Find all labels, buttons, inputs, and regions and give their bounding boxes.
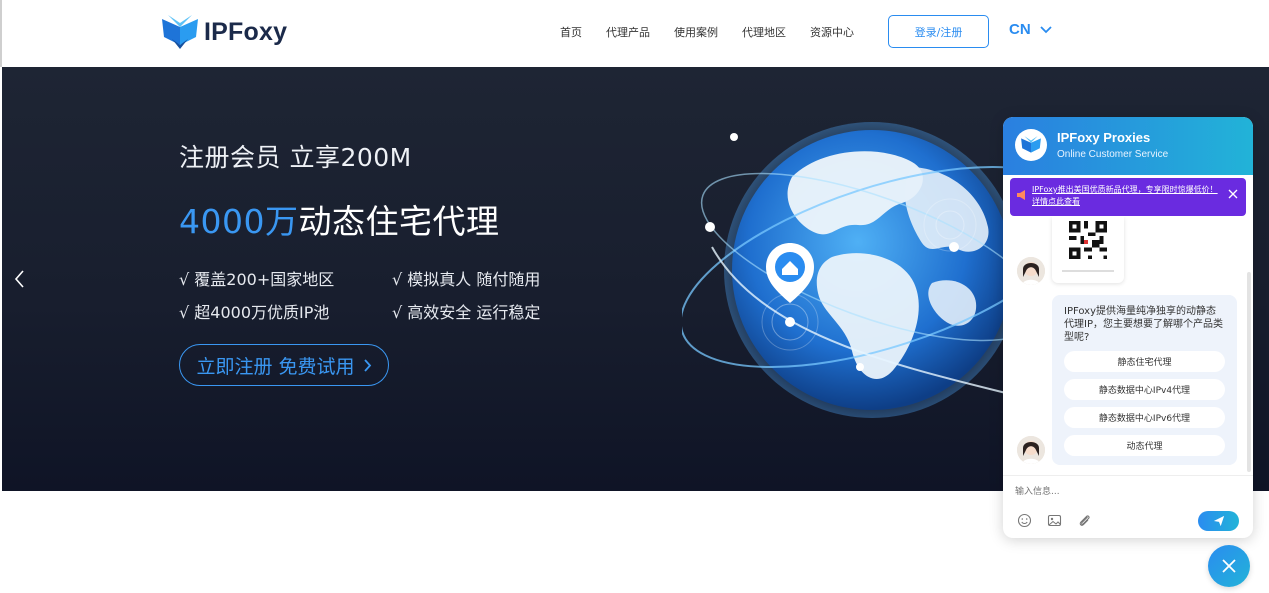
chat-logo-icon: [1021, 135, 1041, 153]
nav-regions[interactable]: 代理地区: [742, 24, 786, 40]
logo-text: IPFoxy: [204, 17, 288, 46]
language-label: CN: [1009, 21, 1031, 38]
option-dynamic-proxy[interactable]: 动态代理: [1064, 435, 1225, 456]
agent-message-bubble: IPFoxy提供海量纯净独享的动静态代理IP，您主要想要了解哪个产品类型呢? 静…: [1052, 295, 1237, 465]
agent-avatar-image: [1017, 257, 1045, 285]
chat-widget: IPFoxy Proxies Online Customer Service I…: [1003, 117, 1253, 538]
chat-scrollbar[interactable]: [1247, 272, 1251, 472]
chat-logo: [1015, 129, 1047, 161]
language-selector[interactable]: CN: [1009, 21, 1053, 38]
hero-title-highlight: 4000万: [179, 202, 299, 241]
feature-item: √ 超4000万优质IP池: [179, 303, 330, 322]
feature-item: √ 覆盖200+国家地区: [179, 270, 335, 289]
agent-message-text: IPFoxy提供海量纯净独享的动静态代理IP，您主要想要了解哪个产品类型呢?: [1064, 306, 1223, 343]
nav-home[interactable]: 首页: [560, 24, 582, 40]
site-logo[interactable]: IPFoxy: [160, 14, 287, 50]
login-register-button[interactable]: 登录/注册: [888, 15, 989, 48]
chat-header: IPFoxy Proxies Online Customer Service: [1003, 117, 1253, 175]
chat-subtitle: Online Customer Service: [1057, 149, 1169, 160]
feature-item: √ 模拟真人 随付随用: [392, 270, 541, 289]
promo-notice-link[interactable]: IPFoxy推出美国优质新品代理，专享限时惊爆低价！详情点此查看: [1032, 184, 1222, 208]
chat-messages: IPFoxy提供海量纯净独享的动静态代理IP，您主要想要了解哪个产品类型呢? 静…: [1003, 217, 1253, 465]
close-icon[interactable]: [1228, 189, 1238, 199]
cta-label: 立即注册 免费试用: [196, 355, 355, 378]
close-chat-icon: [1222, 559, 1236, 573]
agent-avatar-image: [1017, 436, 1045, 464]
nav-resources[interactable]: 资源中心: [810, 24, 854, 40]
chevron-down-icon: [1040, 25, 1052, 33]
chat-input-area: [1003, 475, 1253, 538]
send-button[interactable]: [1198, 511, 1239, 531]
send-icon: [1213, 515, 1224, 527]
attachment-icon[interactable]: [1077, 513, 1092, 528]
option-datacenter-ipv6[interactable]: 静态数据中心IPv6代理: [1064, 407, 1225, 428]
emoji-icon[interactable]: [1017, 513, 1032, 528]
message-input[interactable]: [1015, 483, 1235, 501]
close-chat-button[interactable]: [1208, 545, 1250, 587]
agent-avatar: [1017, 257, 1045, 285]
hero-title-rest: 动态住宅代理: [298, 202, 500, 241]
main-nav: 首页 代理产品 使用案例 代理地区 资源中心: [560, 24, 878, 40]
chevron-right-icon: [363, 358, 371, 372]
qr-code-card: [1052, 217, 1124, 283]
nav-products[interactable]: 代理产品: [606, 24, 650, 40]
agent-avatar: [1017, 436, 1045, 464]
nav-cases[interactable]: 使用案例: [674, 24, 718, 40]
image-icon[interactable]: [1047, 513, 1062, 528]
hero-subtitle: 注册会员 立享200M: [179, 143, 412, 172]
chevron-left-icon[interactable]: [12, 267, 28, 291]
feature-list: √ 覆盖200+国家地区 √ 模拟真人 随付随用 √ 超4000万优质IP池 √…: [179, 266, 599, 323]
register-free-trial-button[interactable]: 立即注册 免费试用: [179, 344, 389, 386]
option-static-residential[interactable]: 静态住宅代理: [1064, 351, 1225, 372]
chat-title: IPFoxy Proxies: [1057, 130, 1151, 145]
option-datacenter-ipv4[interactable]: 静态数据中心IPv4代理: [1064, 379, 1225, 400]
hero-title: 4000万动态住宅代理: [179, 195, 499, 243]
promo-notice[interactable]: IPFoxy推出美国优质新品代理，专享限时惊爆低价！详情点此查看: [1010, 178, 1246, 216]
qr-caption: [1062, 270, 1114, 272]
qr-code-image: [1065, 217, 1111, 263]
feature-item: √ 高效安全 运行稳定: [392, 303, 541, 322]
site-header: IPFoxy 首页 代理产品 使用案例 代理地区 资源中心 登录/注册 CN: [0, 0, 1269, 67]
logo-icon: [162, 15, 198, 49]
megaphone-icon: [1017, 190, 1025, 200]
